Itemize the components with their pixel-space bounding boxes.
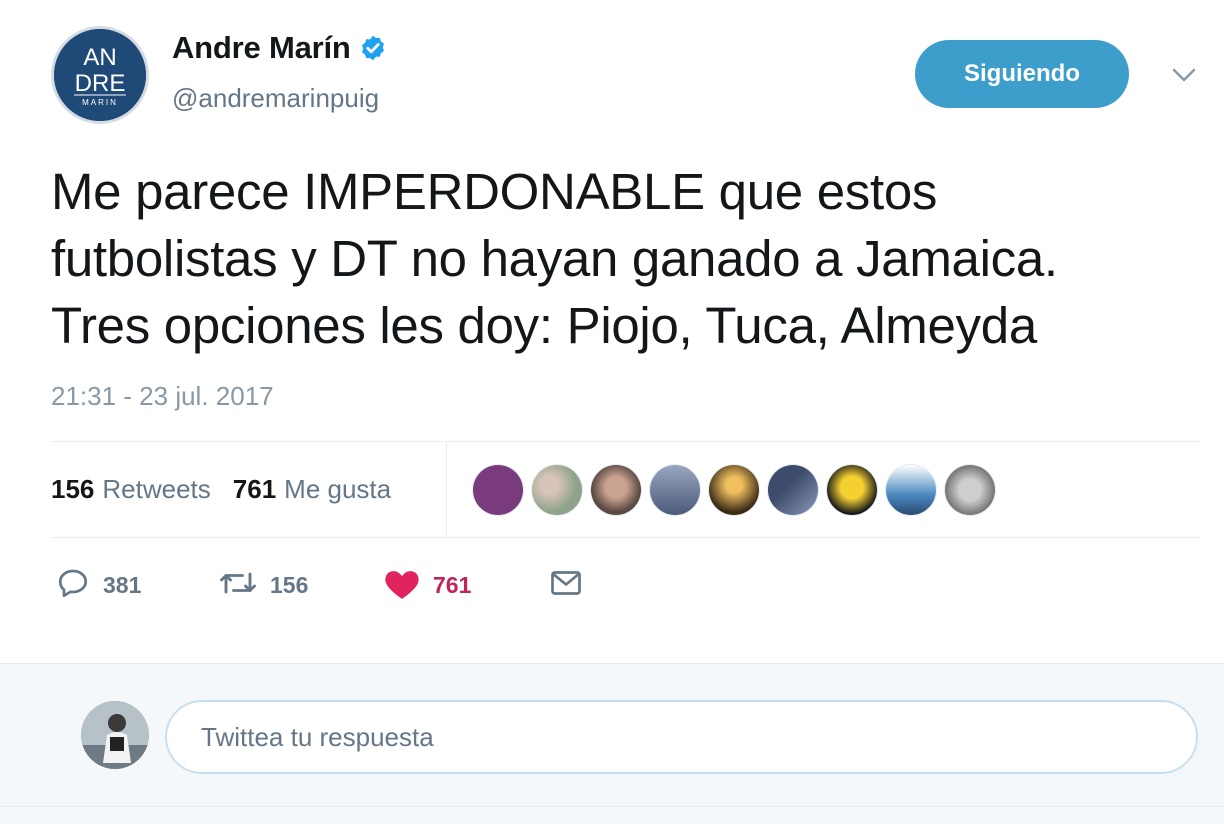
tweet-stats: 156 Retweets 761 Me gusta	[51, 474, 413, 505]
retweet-button[interactable]: 156	[218, 565, 308, 606]
retweet-count: 156	[270, 572, 309, 598]
reply-button[interactable]: 381	[55, 565, 141, 606]
reply-composer: Twittea tu respuesta	[0, 663, 1224, 824]
like-button[interactable]: 761	[383, 565, 471, 606]
liker-avatar[interactable]	[591, 465, 641, 515]
like-count: 761	[433, 572, 472, 598]
tweet-actions: 381 156 761	[55, 565, 655, 605]
author-handle[interactable]: @andremarinpuig	[172, 83, 379, 114]
heart-icon	[383, 565, 421, 606]
liker-avatar[interactable]	[768, 465, 818, 515]
direct-message-button[interactable]	[548, 565, 584, 606]
likes-stat[interactable]: 761 Me gusta	[233, 474, 391, 505]
divider	[51, 441, 1200, 442]
reply-input[interactable]: Twittea tu respuesta	[165, 700, 1198, 774]
likes-count: 761	[232, 474, 277, 504]
tweet-timestamp[interactable]: 21:31 - 23 jul. 2017	[51, 381, 274, 412]
liker-avatar[interactable]	[709, 465, 759, 515]
reply-icon	[55, 565, 91, 606]
author-name-row[interactable]: Andre Marín	[172, 30, 387, 66]
liker-avatar[interactable]	[827, 465, 877, 515]
verified-badge-icon	[359, 34, 387, 62]
likes-label: Me gusta	[284, 474, 392, 504]
likers-list	[473, 465, 1004, 515]
retweets-stat[interactable]: 156 Retweets	[51, 474, 211, 505]
liker-avatar[interactable]	[886, 465, 936, 515]
stats-separator	[446, 442, 447, 538]
divider	[51, 537, 1200, 538]
liker-avatar[interactable]	[532, 465, 582, 515]
following-button[interactable]: Siguiendo	[915, 40, 1129, 108]
author-display-name[interactable]: Andre Marín	[172, 30, 351, 66]
author-avatar[interactable]: AN DRE MARIN	[51, 26, 149, 124]
liker-avatar[interactable]	[945, 465, 995, 515]
retweet-icon	[218, 565, 258, 606]
divider	[0, 806, 1224, 807]
reply-placeholder: Twittea tu respuesta	[201, 721, 434, 752]
chevron-down-icon[interactable]	[1170, 64, 1198, 86]
tweet-text-line: futbolistas y DT no hayan ganado a Jamai…	[51, 230, 1058, 287]
svg-text:AN: AN	[83, 44, 116, 71]
liker-avatar[interactable]	[473, 465, 523, 515]
current-user-avatar[interactable]	[81, 701, 149, 769]
tweet-card: AN DRE MARIN Andre Marín @andremarinpuig…	[0, 0, 1224, 662]
envelope-icon	[548, 565, 584, 606]
retweets-label: Retweets	[102, 474, 211, 504]
tweet-text-line: Tres opciones les doy: Piojo, Tuca, Alme…	[51, 297, 1037, 354]
tweet-text-line: Me parece IMPERDONABLE que estos	[51, 163, 938, 220]
reply-count: 381	[103, 572, 142, 598]
svg-text:DRE: DRE	[75, 70, 126, 97]
retweets-count: 156	[51, 474, 95, 504]
svg-text:MARIN: MARIN	[82, 98, 118, 107]
tweet-text: Me parece IMPERDONABLE que estos futboli…	[51, 158, 1201, 359]
liker-avatar[interactable]	[650, 465, 700, 515]
author-avatar-logo: AN DRE MARIN	[54, 29, 146, 121]
